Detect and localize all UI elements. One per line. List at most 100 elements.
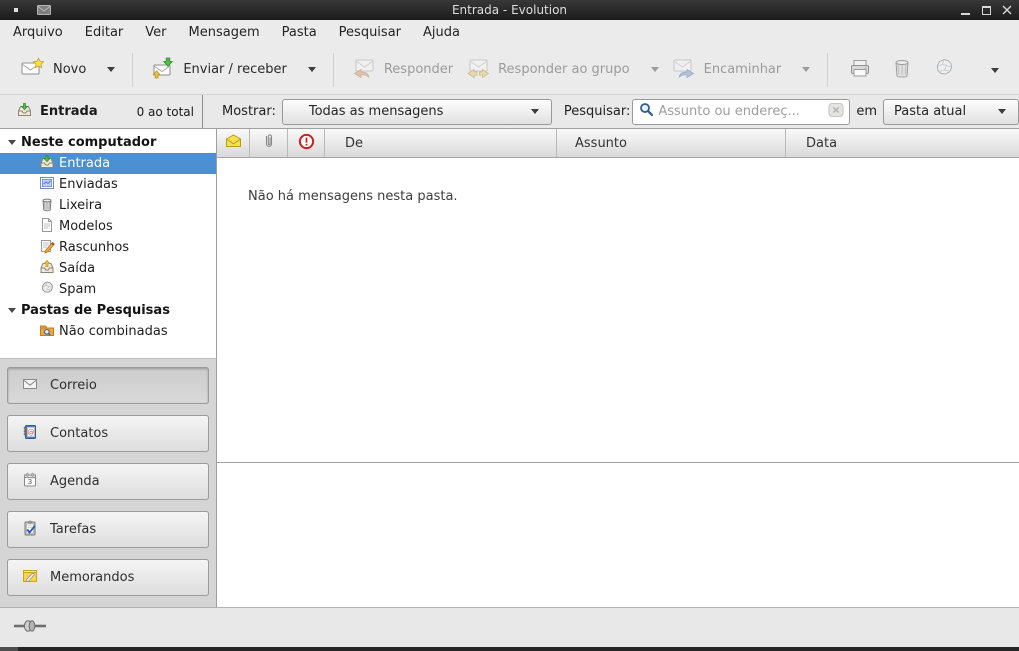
column-label: Assunto (575, 136, 627, 151)
folder-item-rascunhos[interactable]: Rascunhos (0, 237, 216, 258)
delete-button[interactable] (881, 51, 923, 89)
search-scope-dropdown[interactable]: Pasta atual (883, 99, 1019, 125)
folder-item-label: Enviadas (59, 177, 118, 192)
reply-all-button[interactable]: Responder ao grupo (459, 51, 665, 89)
switcher-label: Correio (50, 378, 97, 393)
switcher-memorandos-button[interactable]: Memorandos (7, 559, 209, 596)
current-folder-info: Entrada 0 ao total (0, 95, 203, 128)
menu-pasta[interactable]: Pasta (271, 20, 328, 45)
menu-ver[interactable]: Ver (134, 20, 177, 45)
column-data[interactable]: Data (786, 129, 1019, 157)
expander-icon[interactable] (8, 308, 16, 313)
priority-icon (298, 133, 315, 154)
switcher-label: Memorandos (50, 570, 134, 585)
search-folder-icon (39, 322, 55, 342)
new-button[interactable]: Novo (14, 51, 121, 89)
send-receive-icon (150, 56, 176, 84)
menu-editar[interactable]: Editar (74, 20, 135, 45)
reply-button-label: Responder (384, 62, 453, 77)
forward-icon (671, 56, 697, 84)
send-receive-button[interactable]: Enviar / receber (144, 51, 322, 89)
chevron-down-icon (991, 68, 999, 73)
folder-item-label: Modelos (59, 219, 113, 234)
sent-icon (39, 175, 55, 195)
menu-mensagem[interactable]: Mensagem (178, 20, 271, 45)
titlebar: Entrada - Evolution (0, 0, 1019, 20)
forward-button-label: Encaminhar (704, 62, 782, 77)
svg-text:@: @ (28, 428, 35, 436)
search-box (632, 99, 850, 125)
chevron-down-icon[interactable] (308, 67, 316, 72)
switcher-label: Agenda (50, 474, 100, 489)
folder-item-entrada[interactable]: Entrada (0, 153, 216, 174)
search-icon[interactable] (639, 102, 654, 121)
chevron-down-icon[interactable] (802, 67, 810, 72)
close-button[interactable] (1001, 3, 1013, 17)
attachment-icon (263, 133, 275, 153)
folder-item-label: Spam (59, 282, 96, 297)
window-title: Entrada - Evolution (0, 0, 1019, 20)
junk-button[interactable] (923, 51, 965, 89)
column-priority[interactable] (288, 129, 325, 157)
folder-item-label: Lixeira (59, 198, 102, 213)
folder-item-enviadas[interactable]: Enviadas (0, 174, 216, 195)
message-count: 0 ao total (137, 105, 194, 119)
chevron-down-icon (531, 109, 539, 114)
column-assunto[interactable]: Assunto (557, 129, 786, 157)
toolbar-separator (827, 53, 828, 87)
tasks-icon (21, 520, 39, 540)
minimize-button[interactable] (959, 3, 971, 17)
switcher-label: Tarefas (50, 522, 96, 537)
empty-folder-message: Não há mensagens nesta pasta. (248, 189, 1019, 204)
tree-group-search-folders[interactable]: Pastas de Pesquisas (0, 300, 216, 321)
clear-search-icon[interactable] (828, 102, 844, 122)
memos-icon (21, 568, 39, 588)
reply-button[interactable]: Responder (345, 51, 459, 89)
drafts-icon (39, 238, 55, 258)
show-filter-dropdown[interactable]: Todas as mensagens (282, 99, 552, 125)
show-label: Mostrar: (222, 104, 276, 119)
message-list-pane: De Assunto Data Não há mensagens nesta p… (217, 129, 1019, 607)
switcher-correio-button[interactable]: Correio (7, 367, 209, 404)
templates-icon (39, 217, 55, 237)
evolution-window: Entrada - Evolution Arquivo Editar Ver M… (0, 0, 1019, 651)
folder-item-lixeira[interactable]: Lixeira (0, 195, 216, 216)
folder-item-spam[interactable]: Spam (0, 279, 216, 300)
expander-icon[interactable] (8, 140, 16, 145)
switcher-agenda-button[interactable]: 3 Agenda (7, 463, 209, 500)
column-de[interactable]: De (325, 129, 557, 157)
column-attachment[interactable] (250, 129, 288, 157)
send-receive-label: Enviar / receber (183, 62, 287, 77)
folder-item-modelos[interactable]: Modelos (0, 216, 216, 237)
menu-pesquisar[interactable]: Pesquisar (328, 20, 412, 45)
view-switcher: Correio @ Contatos (0, 358, 217, 607)
menu-arquivo[interactable]: Arquivo (2, 20, 74, 45)
print-button[interactable] (839, 51, 881, 89)
maximize-button[interactable] (980, 3, 992, 17)
toolbar-overflow-button[interactable] (991, 62, 1005, 77)
switcher-contatos-button[interactable]: @ Contatos (7, 415, 209, 452)
junk-icon (931, 56, 957, 84)
switcher-tarefas-button[interactable]: Tarefas (7, 511, 209, 548)
read-status-icon (225, 134, 242, 152)
tree-group-this-computer[interactable]: Neste computador (0, 132, 216, 153)
calendar-icon: 3 (21, 472, 39, 492)
inbox-icon (16, 102, 33, 122)
print-icon (847, 56, 873, 84)
search-input[interactable] (658, 104, 824, 119)
column-read-status[interactable] (217, 129, 250, 157)
switcher-label: Contatos (50, 426, 108, 441)
chevron-down-icon[interactable] (651, 67, 659, 72)
search-label: Pesquisar: (564, 104, 631, 119)
chevron-down-icon[interactable] (107, 67, 115, 72)
new-mail-icon (20, 56, 46, 84)
folder-item-label: Rascunhos (59, 240, 129, 255)
folder-item-saida[interactable]: Saída (0, 258, 216, 279)
forward-button[interactable]: Encaminhar (665, 51, 817, 89)
folder-tree: Neste computador Entrada (0, 129, 217, 358)
folder-item-nao-combinadas[interactable]: Não combinadas (0, 321, 216, 342)
online-status-plug-icon[interactable] (13, 618, 49, 638)
menu-ajuda[interactable]: Ajuda (412, 20, 471, 45)
folder-item-label: Entrada (59, 156, 110, 171)
tree-group-label: Pastas de Pesquisas (21, 303, 170, 318)
